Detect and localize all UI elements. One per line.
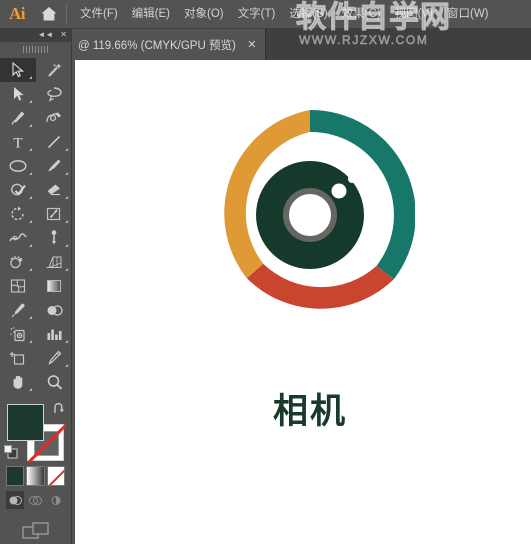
type-tool[interactable]: T (0, 130, 36, 154)
artboard-tool[interactable] (0, 346, 36, 370)
tool-corner-icon (65, 148, 68, 151)
tool-corner-icon (29, 268, 32, 271)
aperture-ring (283, 188, 337, 242)
camera-vector-art (224, 109, 416, 309)
tool-corner-icon (29, 148, 32, 151)
document-tab[interactable]: @ 119.66% (CMYK/GPU 预览) ✕ (68, 29, 266, 60)
tool-corner-icon (29, 100, 32, 103)
menu-view[interactable]: 视图(V) (388, 0, 440, 28)
tool-corner-icon (29, 172, 32, 175)
tool-corner-icon (65, 244, 68, 247)
none-fill-button[interactable] (46, 466, 65, 486)
camera-illustration[interactable]: 相机 (205, 109, 416, 432)
shaper-tool[interactable] (0, 178, 36, 202)
tools-panel: ◄◄ ✕ T (0, 28, 72, 544)
tool-corner-icon (29, 124, 32, 127)
fill-swatch[interactable] (7, 404, 44, 441)
drawing-mode-buttons (0, 486, 71, 509)
home-icon[interactable] (34, 0, 64, 28)
column-graph-tool[interactable] (36, 322, 72, 346)
gradient-tool[interactable] (36, 274, 72, 298)
curvature-tool[interactable] (36, 106, 72, 130)
rotate-tool[interactable] (0, 202, 36, 226)
svg-text:T: T (13, 136, 22, 151)
tool-corner-icon (65, 364, 68, 367)
menu-object[interactable]: 对象(O) (177, 0, 231, 28)
menu-edit[interactable]: 编辑(E) (125, 0, 177, 28)
default-fill-stroke-icon[interactable] (3, 444, 19, 465)
tool-corner-icon (65, 220, 68, 223)
menu-type[interactable]: 文字(T) (231, 0, 283, 28)
mesh-tool[interactable] (0, 274, 36, 298)
menu-bar: Ai 文件(F) 编辑(E) 对象(O) 文字(T) 选择(S) 效果(C) 视… (0, 0, 531, 28)
symbol-sprayer-tool[interactable] (0, 322, 36, 346)
draw-normal-button[interactable] (6, 491, 25, 509)
lasso-tool[interactable] (36, 82, 72, 106)
tool-grid: T (0, 56, 71, 394)
swap-fill-stroke-icon[interactable] (52, 402, 66, 420)
app-logo: Ai (9, 4, 26, 23)
artboard-canvas[interactable]: 相机 (75, 60, 531, 544)
ellipse-tool[interactable] (0, 154, 36, 178)
zoom-tool[interactable] (36, 370, 72, 394)
tool-corner-icon (65, 268, 68, 271)
eraser-tool[interactable] (36, 178, 72, 202)
tool-corner-icon (29, 340, 32, 343)
tools-panel-grip[interactable] (0, 42, 71, 56)
selection-tool[interactable] (0, 58, 36, 82)
shape-builder-tool[interactable] (0, 250, 36, 274)
close-icon[interactable]: ✕ (60, 31, 67, 39)
gradient-fill-button[interactable] (26, 466, 45, 486)
fill-mode-buttons (0, 462, 71, 486)
tool-corner-icon (65, 196, 68, 199)
grip-handle-icon (22, 45, 49, 53)
scale-tool[interactable] (36, 202, 72, 226)
eyedropper-tool[interactable] (0, 298, 36, 322)
artwork-label: 相机 (272, 392, 347, 432)
pen-tool[interactable] (0, 106, 36, 130)
direct-selection-tool[interactable] (0, 82, 36, 106)
perspective-grid-tool[interactable] (36, 250, 72, 274)
tool-corner-icon (29, 76, 32, 79)
draw-inside-button[interactable] (47, 491, 65, 509)
tool-corner-icon (29, 244, 32, 247)
tools-panel-header: ◄◄ ✕ (0, 28, 71, 42)
highlight-dot-small (348, 175, 356, 183)
illustrator-window: Ai 文件(F) 编辑(E) 对象(O) 文字(T) 选择(S) 效果(C) 视… (0, 0, 531, 544)
red-arc (246, 263, 394, 309)
screen-mode-button[interactable] (0, 509, 71, 541)
menu-effect[interactable]: 效果(C) (335, 0, 388, 28)
document-tab-title: @ 119.66% (CMYK/GPU 预览) (78, 39, 236, 52)
close-icon[interactable]: ✕ (246, 38, 258, 51)
color-fill-button[interactable] (6, 466, 25, 486)
line-segment-tool[interactable] (36, 130, 72, 154)
menu-file[interactable]: 文件(F) (73, 0, 125, 28)
fill-stroke-controls (0, 400, 71, 462)
hand-tool[interactable] (0, 370, 36, 394)
collapse-icon[interactable]: ◄◄ (37, 31, 53, 39)
menu-select[interactable]: 选择(S) (282, 0, 334, 28)
menu-window[interactable]: 窗口(W) (440, 0, 496, 28)
free-transform-tool[interactable] (36, 226, 72, 250)
tool-corner-icon (65, 340, 68, 343)
draw-behind-button[interactable] (26, 491, 44, 509)
tool-corner-icon (29, 220, 32, 223)
tool-corner-icon (65, 172, 68, 175)
menu-separator (66, 4, 67, 24)
paintbrush-tool[interactable] (36, 154, 72, 178)
slice-tool[interactable] (36, 346, 72, 370)
tool-corner-icon (29, 196, 32, 199)
highlight-dot-large (331, 183, 347, 199)
blend-tool[interactable] (36, 298, 72, 322)
tool-corner-icon (29, 388, 32, 391)
tool-corner-icon (29, 316, 32, 319)
width-tool[interactable] (0, 226, 36, 250)
document-tab-bar: @ 119.66% (CMYK/GPU 预览) ✕ (0, 28, 531, 60)
magic-wand-tool[interactable] (36, 58, 72, 82)
